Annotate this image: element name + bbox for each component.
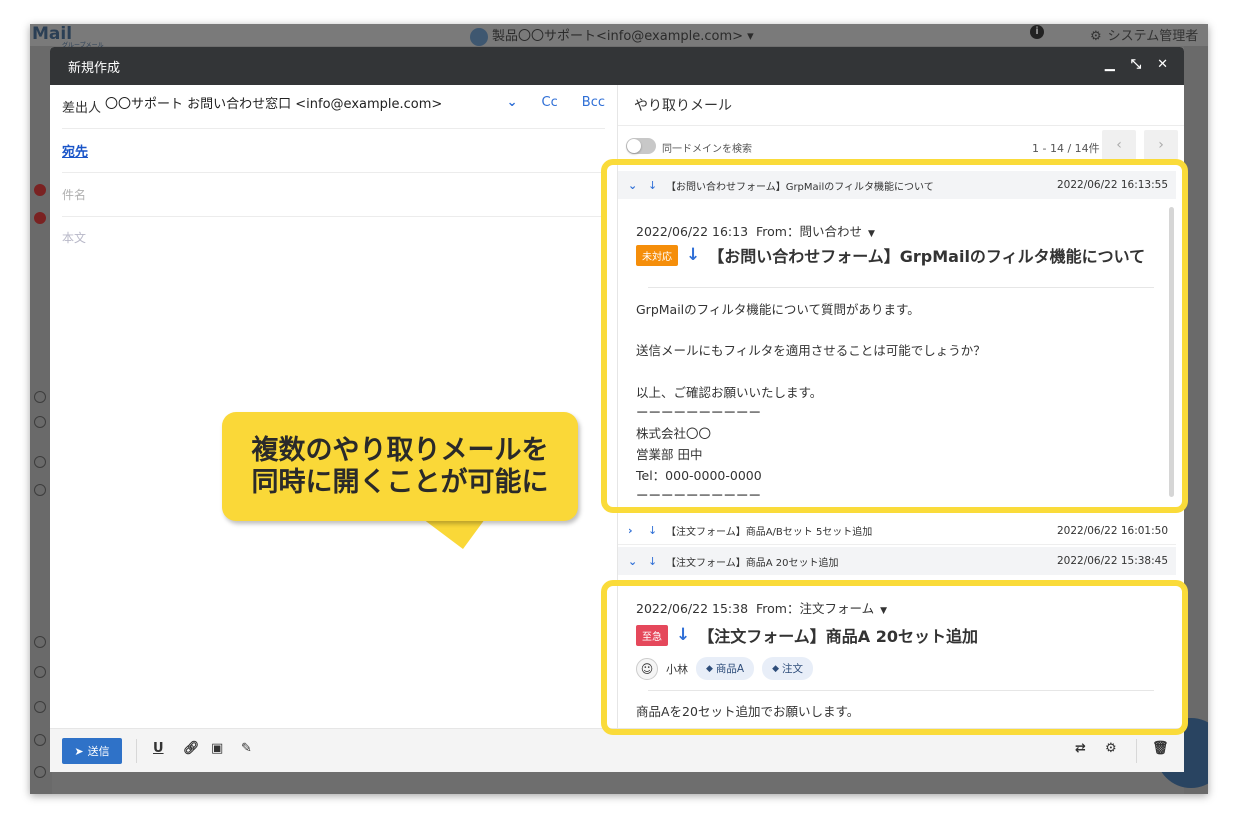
thread-title: やり取りメール: [634, 98, 732, 114]
callout-line-2: 同時に開くことが可能に: [251, 466, 549, 498]
next-page-button[interactable]: ›: [1144, 130, 1178, 160]
circle-icon: [34, 636, 46, 648]
circle-icon: [34, 484, 46, 496]
minimize-icon[interactable]: ▁: [1105, 57, 1115, 72]
to-label-link[interactable]: 宛先: [62, 141, 88, 160]
callout-line-1: 複数のやり取りメールを: [251, 434, 549, 466]
cc-button[interactable]: Cc: [542, 95, 558, 110]
divider: [136, 739, 137, 763]
subject-field[interactable]: 件名: [62, 173, 605, 217]
arrow-down-icon: ↓: [648, 524, 658, 537]
arrow-down-icon: ↓: [648, 554, 658, 568]
mail-subject: 【注文フォーム】商品A 20セット追加: [666, 557, 839, 569]
send-button[interactable]: ➤ 送信: [62, 738, 122, 764]
bcc-button[interactable]: Bcc: [582, 95, 605, 110]
highlight-frame: [601, 159, 1188, 513]
background-sidebar: [30, 46, 52, 794]
window-controls: ▁ ⤡ ✕: [1105, 57, 1168, 72]
to-row[interactable]: 宛先: [62, 129, 605, 173]
modal-title: 新規作成: [68, 60, 121, 76]
circle-icon: [34, 701, 46, 713]
account-avatar-icon: [470, 27, 488, 46]
badge-icon: [34, 184, 46, 196]
toggle-label: 同一ドメインを検索: [662, 144, 752, 155]
circle-icon: [34, 766, 46, 778]
signature-icon[interactable]: ✎: [241, 741, 252, 756]
swap-icon[interactable]: ⇄: [1075, 741, 1086, 756]
paper-plane-icon: ➤: [74, 744, 84, 758]
gear-icon: ⚙: [1090, 29, 1102, 44]
admin-menu[interactable]: ⚙ システム管理者: [1090, 25, 1198, 44]
circle-icon: [34, 416, 46, 428]
circle-icon: [34, 456, 46, 468]
chevron-down-icon[interactable]: ⌄: [628, 555, 642, 568]
chevron-down-icon[interactable]: ⌄: [507, 95, 518, 110]
from-row: 差出人 〇〇サポート お問い合わせ窓口 <info@example.com> ⌄…: [62, 85, 605, 129]
from-label: 差出人: [62, 101, 102, 116]
app-header: Mail グループメール 製品〇〇サポート<info@example.com> ▾…: [30, 24, 1208, 49]
chevron-right-icon[interactable]: ›: [628, 524, 642, 537]
gear-icon[interactable]: ⚙: [1105, 741, 1117, 756]
body-editor[interactable]: 本文: [62, 229, 86, 246]
circle-icon: [34, 734, 46, 746]
collapse-icon[interactable]: ⤡: [1131, 57, 1141, 72]
circle-icon: [34, 666, 46, 678]
prev-page-button[interactable]: ‹: [1102, 130, 1136, 160]
paperclip-icon[interactable]: 🔗︎: [183, 741, 200, 756]
underline-icon[interactable]: U: [153, 741, 164, 756]
copy-icon[interactable]: ▣: [211, 741, 223, 756]
divider: [618, 125, 1184, 126]
trash-icon[interactable]: 🗑︎: [1152, 741, 1169, 756]
account-switcher[interactable]: 製品〇〇サポート<info@example.com> ▾: [470, 25, 754, 46]
callout-bubble: 複数のやり取りメールを 同時に開くことが可能に: [222, 412, 578, 521]
recipient-tools: ⌄ Cc Bcc: [507, 95, 605, 110]
highlight-frame: [601, 580, 1188, 735]
modal-title-bar: 新規作成 ▁ ⤡ ✕: [50, 47, 1184, 85]
same-domain-toggle[interactable]: [626, 138, 656, 154]
mail-date: 2022/06/22 15:38:45: [1056, 555, 1168, 567]
mail-date: 2022/06/22 16:01:50: [1056, 524, 1168, 537]
divider: [1136, 739, 1137, 763]
from-select[interactable]: 〇〇サポート お問い合わせ窓口 <info@example.com>: [105, 93, 442, 112]
mail-header-3[interactable]: ⌄ ↓ 【注文フォーム】商品A 20セット追加 2022/06/22 15:38…: [618, 547, 1176, 575]
pager-count: 1 - 14 / 14件: [1032, 142, 1100, 155]
compose-pane: 差出人 〇〇サポート お問い合わせ窓口 <info@example.com> ⌄…: [50, 85, 617, 728]
mail-subject: 【注文フォーム】商品A/Bセット 5セット追加: [666, 527, 873, 538]
app-logo: Mail グループメール: [32, 24, 104, 49]
close-icon[interactable]: ✕: [1157, 57, 1168, 72]
info-icon[interactable]: i: [1030, 25, 1044, 39]
badge-icon: [34, 212, 46, 224]
mail-header-2[interactable]: › ↓ 【注文フォーム】商品A/Bセット 5セット追加 2022/06/22 1…: [618, 517, 1176, 545]
circle-icon: [34, 391, 46, 403]
subject-placeholder: 件名: [62, 188, 87, 202]
